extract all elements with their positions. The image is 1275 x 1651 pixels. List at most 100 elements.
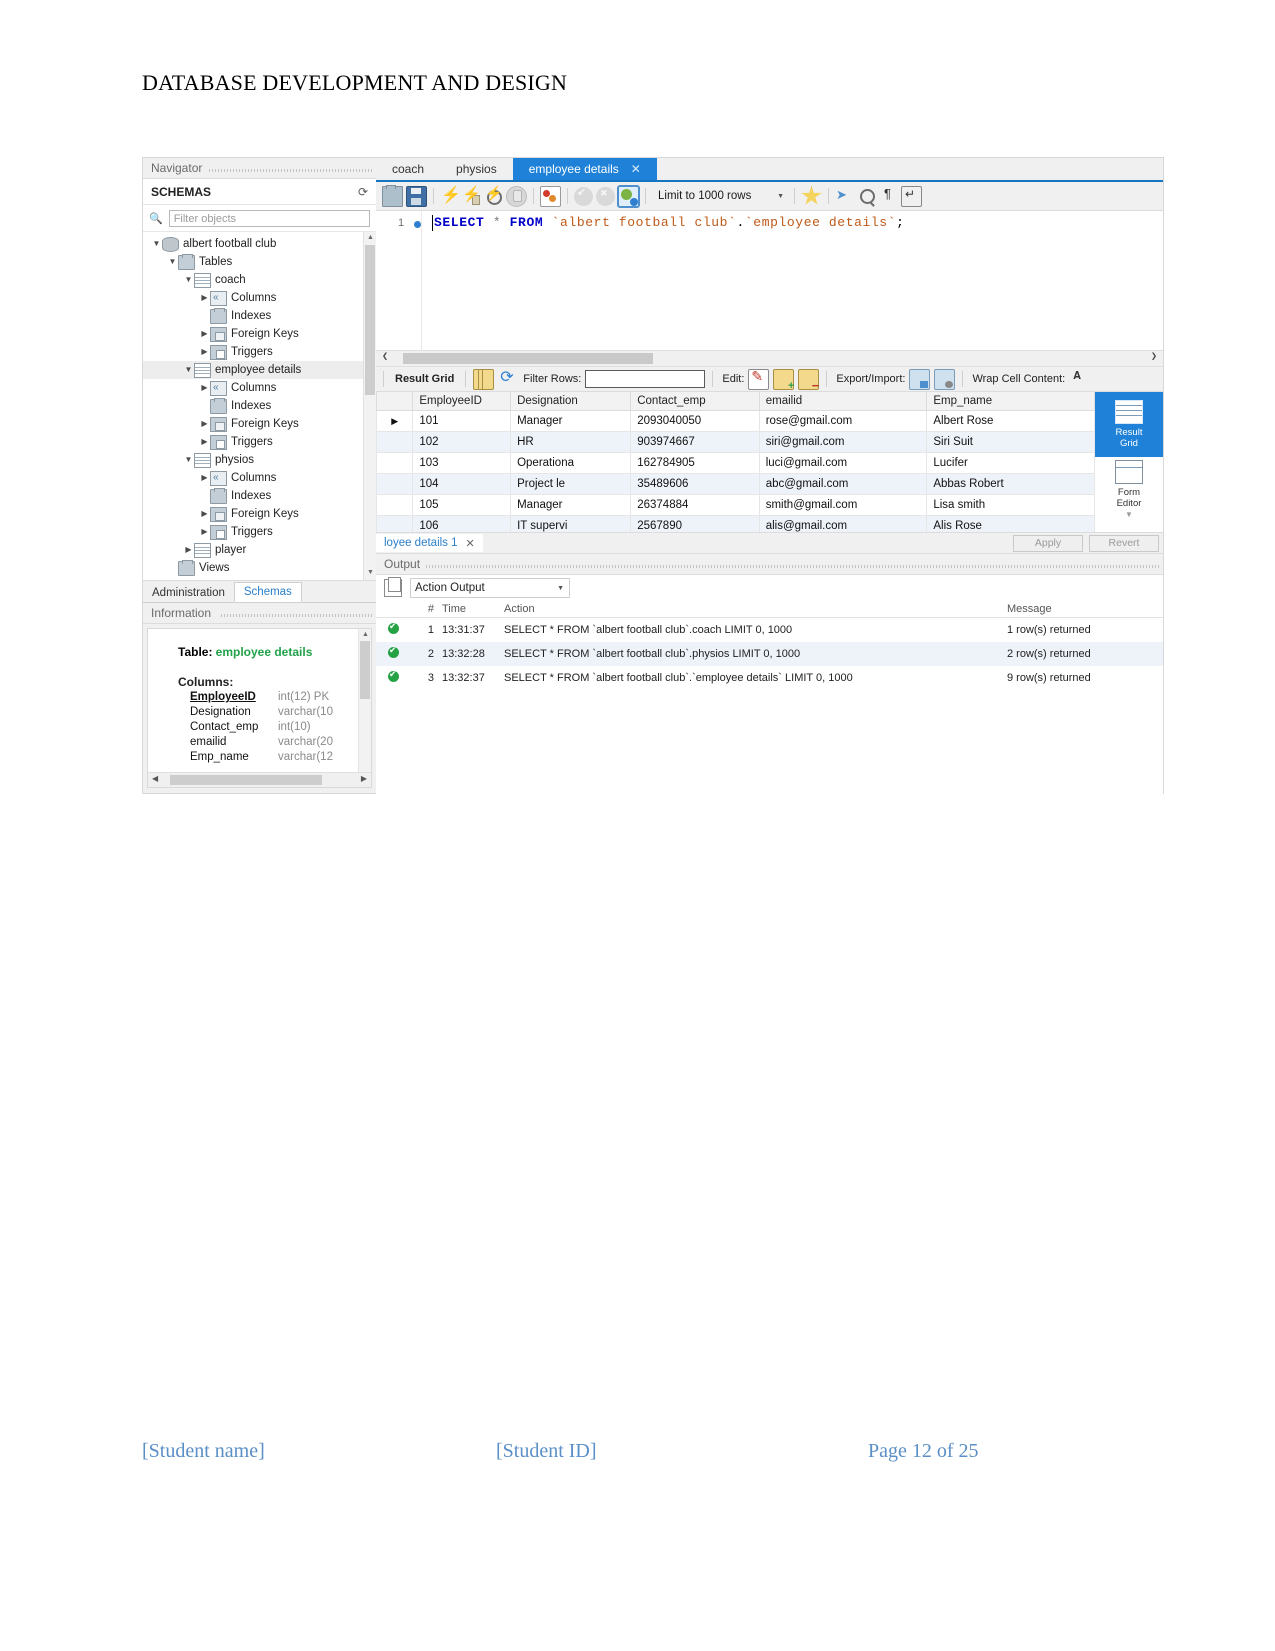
table-row[interactable]: 103 Operationa 162784905 luci@gmail.com Luci…: [376, 452, 1095, 474]
cell-contact_emp[interactable]: 2567890: [630, 515, 760, 532]
chevron-right-icon[interactable]: [199, 433, 210, 451]
column-header-employeeid[interactable]: EmployeeID: [412, 392, 512, 411]
tree-node-employee-details[interactable]: employee details: [143, 361, 376, 379]
cell-emp_name[interactable]: Siri Suit: [926, 431, 1095, 453]
information-hscrollbar[interactable]: ◀ ▶: [148, 772, 371, 787]
chevron-down-icon[interactable]: [167, 253, 178, 271]
scroll-up-icon[interactable]: ▲: [362, 631, 369, 638]
table-row[interactable]: 105 Manager 26374884 smith@gmail.com Lisa sm…: [376, 494, 1095, 516]
cell-designation[interactable]: Manager: [510, 494, 632, 516]
row-selector-icon[interactable]: [376, 452, 414, 474]
tree-node-indexes[interactable]: Indexes: [143, 487, 376, 505]
cell-employeeid[interactable]: 105: [412, 494, 512, 516]
chevron-down-icon[interactable]: [183, 451, 194, 469]
tab-schemas[interactable]: Schemas: [233, 582, 302, 602]
edit-row-icon[interactable]: [748, 368, 770, 390]
cell-employeeid[interactable]: 104: [412, 473, 512, 495]
copy-icon[interactable]: [384, 577, 402, 597]
tree-node-player[interactable]: player: [143, 541, 376, 559]
cell-emp_name[interactable]: Lucifer: [926, 452, 1095, 474]
cell-emp_name[interactable]: Abbas Robert: [926, 473, 1095, 495]
chevron-right-icon[interactable]: [199, 343, 210, 361]
cell-emailid[interactable]: abc@gmail.com: [758, 473, 928, 495]
tree-node-foreign-keys[interactable]: Foreign Keys: [143, 505, 376, 523]
editor-tab-employee-details[interactable]: employee details ✕: [512, 158, 657, 180]
tree-node-columns[interactable]: Columns: [143, 469, 376, 487]
cell-employeeid[interactable]: 103: [412, 452, 512, 474]
row-selector-icon[interactable]: [376, 494, 414, 516]
search-icon[interactable]: [857, 187, 876, 206]
chevron-down-icon[interactable]: [183, 361, 194, 379]
chevron-right-icon[interactable]: [199, 415, 210, 433]
filter-objects-input[interactable]: Filter objects: [168, 209, 370, 227]
form-editor-button[interactable]: Form Editor ▼: [1095, 457, 1163, 522]
output-row[interactable]: 213:32:28SELECT * FROM `albert football …: [376, 642, 1163, 666]
output-row[interactable]: 1 13:31:37 SELECT * FROM `albert football …: [376, 618, 1163, 643]
filter-rows-input[interactable]: [585, 370, 706, 388]
explain-icon[interactable]: [484, 185, 503, 206]
editor-tab-coach[interactable]: coach: [376, 158, 440, 180]
chevron-right-icon[interactable]: [199, 469, 210, 487]
chevron-right-icon[interactable]: [199, 505, 210, 523]
column-header-emailid[interactable]: emailid: [758, 392, 928, 411]
row-limit-dropdown[interactable]: Limit to 1000 rows ▼: [654, 186, 788, 206]
table-row[interactable]: 102 HR 903974667 siri@gmail.com Siri Suit: [376, 431, 1095, 453]
insert-row-icon[interactable]: [773, 368, 795, 392]
cell-emailid[interactable]: luci@gmail.com: [758, 452, 928, 474]
scroll-right-icon[interactable]: ▶: [361, 774, 367, 783]
tree-node-physios[interactable]: physios: [143, 451, 376, 469]
chevron-right-icon[interactable]: [183, 541, 194, 559]
close-icon[interactable]: ✕: [466, 537, 475, 550]
import-recordset-icon[interactable]: [934, 368, 956, 390]
cell-designation[interactable]: IT supervi: [510, 515, 632, 532]
tree-node-triggers[interactable]: Triggers: [143, 523, 376, 541]
result-grid-button[interactable]: Result Grid: [1095, 392, 1163, 457]
cell-emailid[interactable]: alis@gmail.com: [758, 515, 928, 532]
find-icon[interactable]: [835, 187, 854, 206]
apply-button[interactable]: Apply: [1013, 534, 1083, 552]
revert-button[interactable]: Revert: [1089, 534, 1159, 552]
output-row[interactable]: 3 13:32:37 SELECT * FROM `albert football …: [376, 666, 1163, 690]
output-mode-dropdown[interactable]: Action Output ▼: [410, 578, 570, 598]
tree-node-foreign-keys[interactable]: Foreign Keys: [143, 325, 376, 343]
execute-icon[interactable]: [440, 185, 461, 206]
rollback-icon[interactable]: [596, 186, 615, 206]
beautify-icon[interactable]: [801, 185, 822, 205]
chevron-down-icon[interactable]: ▼: [557, 585, 564, 592]
scroll-left-icon[interactable]: ❮: [382, 351, 388, 363]
row-selector-icon[interactable]: [376, 431, 414, 453]
cell-emp_name[interactable]: Albert Rose: [926, 410, 1095, 432]
cell-emailid[interactable]: rose@gmail.com: [758, 410, 928, 432]
stop-icon[interactable]: [506, 185, 527, 207]
tree-node-foreign-keys[interactable]: Foreign Keys: [143, 415, 376, 433]
invisible-chars-icon[interactable]: [879, 186, 898, 206]
wrap-lines-icon[interactable]: [901, 185, 922, 207]
editor-tab-physios[interactable]: physios: [440, 158, 513, 180]
refresh-icon[interactable]: ⟳: [358, 185, 368, 199]
table-row[interactable]: ▶ 101 Manager 2093040050 rose@gmail.com Alber…: [376, 410, 1095, 432]
chevron-right-icon[interactable]: [199, 523, 210, 541]
column-header-contact_emp[interactable]: Contact_emp: [630, 392, 760, 411]
refresh-icon[interactable]: [498, 367, 517, 389]
tree-node-triggers[interactable]: Triggers: [143, 343, 376, 361]
cell-designation[interactable]: Project le: [510, 473, 632, 495]
statement-marker-icon[interactable]: [414, 221, 421, 228]
scroll-thumb[interactable]: [365, 245, 375, 395]
result-tab-employee-details[interactable]: loyee details 1 ✕: [376, 534, 483, 552]
export-recordset-icon[interactable]: [909, 368, 931, 390]
column-header-emp_name[interactable]: Emp_name: [926, 392, 1095, 411]
toggle-breakpoint-icon[interactable]: [540, 185, 561, 207]
scroll-thumb[interactable]: [170, 775, 322, 785]
cell-emp_name[interactable]: Alis Rose: [926, 515, 1095, 532]
wrap-cell-icon[interactable]: [1069, 370, 1088, 389]
scroll-right-icon[interactable]: ❯: [1151, 351, 1157, 363]
chevron-down-icon[interactable]: [151, 235, 162, 253]
cell-designation[interactable]: Operationa: [510, 452, 632, 474]
tree-node-views[interactable]: Views: [143, 559, 376, 577]
cell-employeeid[interactable]: 102: [412, 431, 512, 453]
cell-contact_emp[interactable]: 903974667: [630, 431, 760, 453]
column-header-designation[interactable]: Designation: [510, 392, 632, 411]
execute-current-statement-icon[interactable]: [462, 185, 481, 206]
table-row[interactable]: 106 IT supervi 2567890 alis@gmail.com Alis R…: [376, 515, 1095, 532]
cell-designation[interactable]: HR: [510, 431, 632, 453]
